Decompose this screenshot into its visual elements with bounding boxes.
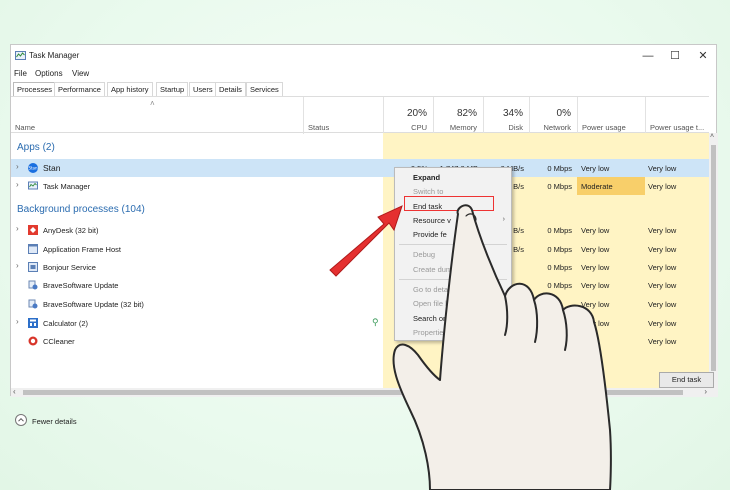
illustration-overlay xyxy=(329,204,612,490)
red-arrow-icon xyxy=(329,205,403,277)
pointing-hand-icon xyxy=(392,204,612,490)
